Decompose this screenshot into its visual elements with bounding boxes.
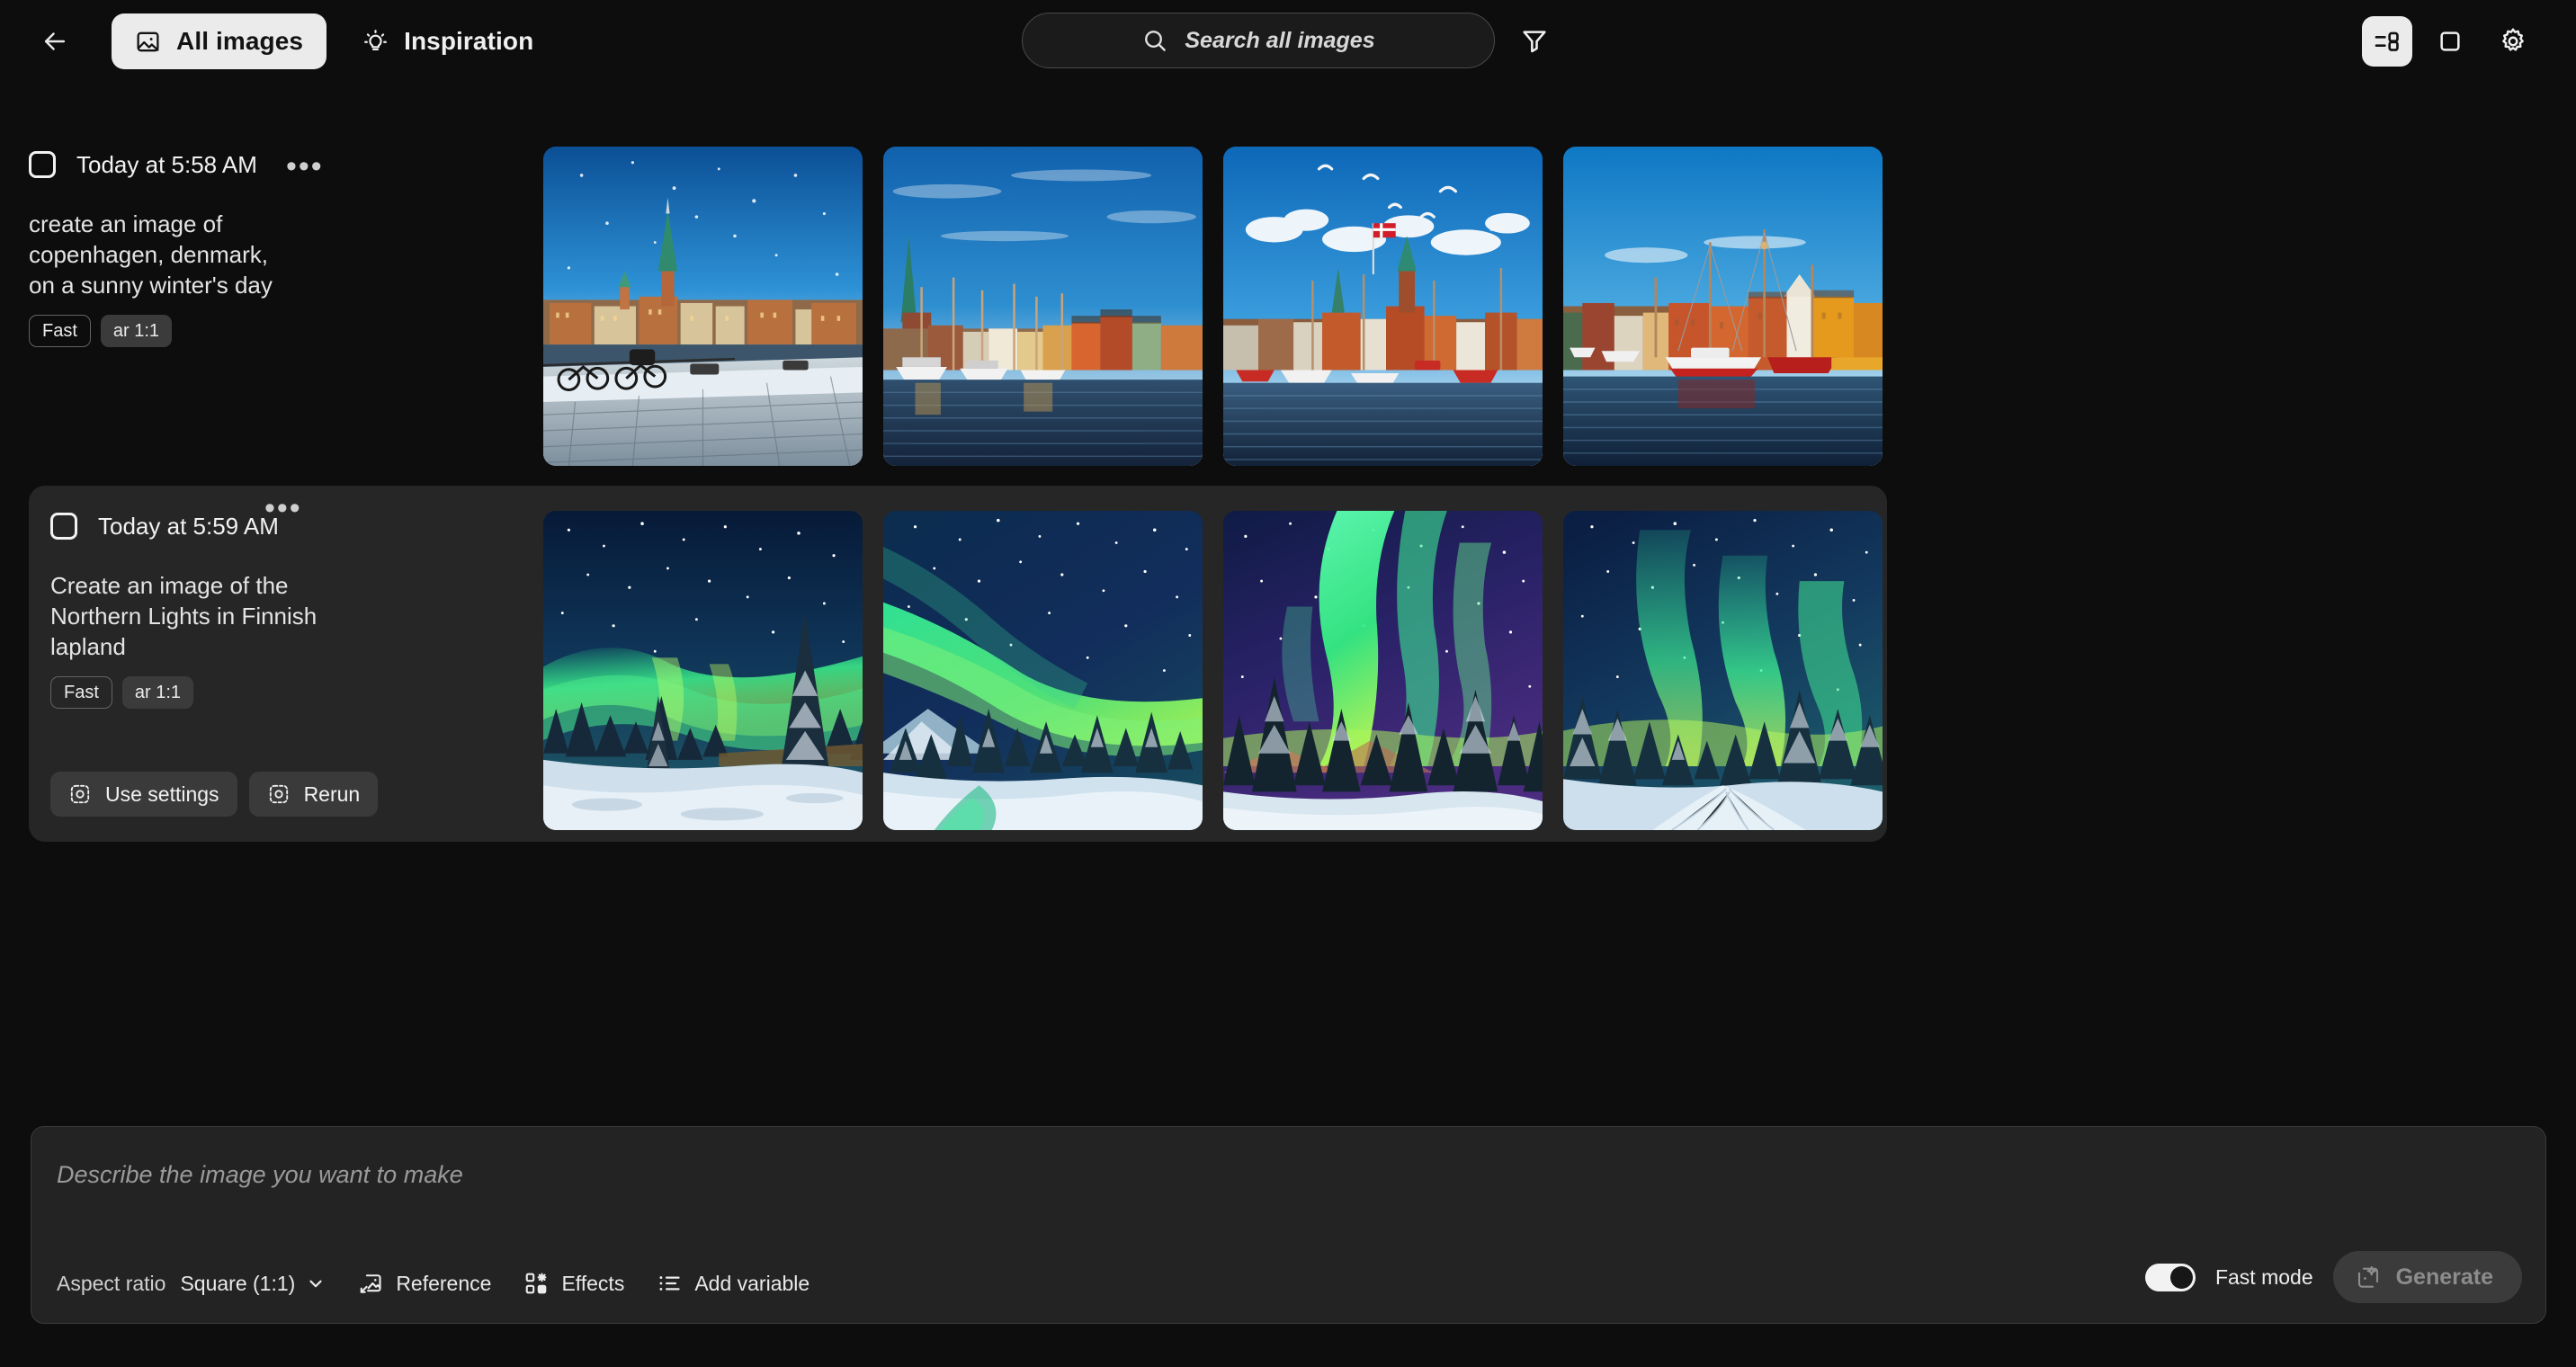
list-view-icon [2373, 27, 2402, 56]
tab-inspiration-label: Inspiration [404, 27, 533, 56]
aspect-ratio-select[interactable]: Square (1:1) [180, 1272, 326, 1296]
generate-button[interactable]: Generate [2333, 1251, 2522, 1303]
effects-label: Effects [561, 1272, 624, 1296]
image-aurora-road [1563, 511, 1883, 830]
tab-all-images-label: All images [176, 27, 303, 56]
prompt-composer: Describe the image you want to make Aspe… [31, 1126, 2546, 1324]
reference-button[interactable]: Reference [358, 1271, 491, 1296]
view-controls [2362, 16, 2538, 67]
sparkle-image-icon [2355, 1264, 2382, 1291]
add-variable-button[interactable]: Add variable [657, 1271, 809, 1296]
effects-button[interactable]: Effects [523, 1271, 624, 1296]
generated-image-thumbnail[interactable] [883, 147, 1203, 466]
settings-button[interactable] [2488, 16, 2538, 67]
add-variable-icon [657, 1271, 682, 1296]
filter-icon [1520, 26, 1549, 55]
generated-image-thumbnail[interactable] [1563, 147, 1883, 466]
gear-icon [2498, 26, 2528, 57]
image-aurora-forest [543, 511, 863, 830]
search-placeholder: Search all images [1185, 28, 1374, 54]
generation-badges: Fast ar 1:1 [29, 315, 568, 347]
image-copenhagen-harbor-1 [883, 147, 1203, 466]
generation-header: Today at 5:59 AM [50, 505, 590, 547]
generated-image-thumbnail[interactable] [1563, 511, 1883, 830]
image-aurora-river [883, 511, 1203, 830]
select-checkbox[interactable] [29, 151, 56, 178]
grid-view-icon [2436, 27, 2464, 56]
rerun-label: Rerun [304, 782, 361, 807]
select-checkbox[interactable] [50, 513, 77, 540]
badge-speed: Fast [29, 315, 91, 347]
badge-aspect-ratio: ar 1:1 [122, 676, 193, 709]
generation-card: Today at 5:59 AM Create an image of the … [29, 486, 1887, 842]
generation-badges: Fast ar 1:1 [50, 676, 590, 709]
generation-actions: Use settings Rerun [50, 772, 378, 817]
generation-thumbnails [543, 511, 1883, 830]
badge-aspect-ratio: ar 1:1 [101, 315, 172, 347]
image-icon [135, 29, 161, 55]
generation-card: Today at 5:58 AM create an image of cope… [29, 144, 1887, 385]
image-aurora-purple [1223, 511, 1543, 830]
more-options-button[interactable]: ••• [264, 493, 302, 523]
lightbulb-icon [362, 29, 389, 55]
add-variable-label: Add variable [694, 1272, 809, 1296]
generation-thumbnails [543, 147, 1883, 466]
view-tabs: All images Inspiration [112, 13, 557, 69]
arrow-left-icon [40, 26, 70, 57]
grid-view-button[interactable] [2425, 16, 2475, 67]
generation-timestamp: Today at 5:59 AM [98, 513, 279, 541]
search-area: Search all images [1022, 13, 1554, 68]
generation-meta: Today at 5:59 AM Create an image of the … [50, 505, 590, 709]
tab-inspiration[interactable]: Inspiration [339, 13, 557, 69]
generated-image-thumbnail[interactable] [543, 511, 863, 830]
use-settings-button[interactable]: Use settings [50, 772, 237, 817]
chevron-down-icon [306, 1273, 326, 1293]
tab-all-images[interactable]: All images [112, 13, 326, 69]
list-view-button[interactable] [2362, 16, 2412, 67]
generate-label: Generate [2396, 1264, 2493, 1291]
generated-image-thumbnail[interactable] [1223, 147, 1543, 466]
generated-image-thumbnail[interactable] [883, 511, 1203, 830]
generated-image-thumbnail[interactable] [1223, 511, 1543, 830]
composer-toolbar: Aspect ratio Square (1:1) Reference [57, 1271, 809, 1296]
generation-prompt: Create an image of the Northern Lights i… [50, 570, 320, 662]
filter-button[interactable] [1515, 21, 1554, 60]
rerun-capture-icon [267, 782, 291, 806]
reference-image-icon [358, 1271, 383, 1296]
top-bar: All images Inspiration Search all images [0, 0, 2576, 83]
fast-mode-label: Fast mode [2215, 1265, 2313, 1290]
composer-actions: Fast mode Generate [2145, 1251, 2522, 1303]
prompt-input[interactable]: Describe the image you want to make [57, 1161, 463, 1189]
reference-label: Reference [396, 1272, 491, 1296]
badge-speed: Fast [50, 676, 112, 709]
generated-image-thumbnail[interactable] [543, 147, 863, 466]
search-icon [1141, 27, 1168, 54]
effects-icon [523, 1271, 549, 1296]
back-button[interactable] [34, 21, 76, 62]
rerun-button[interactable]: Rerun [249, 772, 379, 817]
fast-mode-toggle[interactable] [2145, 1264, 2196, 1291]
aspect-ratio-label: Aspect ratio [57, 1272, 165, 1296]
image-copenhagen-winter [543, 147, 863, 466]
image-copenhagen-harbor-2 [1223, 147, 1543, 466]
more-options-button[interactable]: ••• [286, 151, 324, 182]
search-input[interactable]: Search all images [1022, 13, 1495, 68]
use-settings-label: Use settings [105, 782, 219, 807]
aspect-ratio-value: Square (1:1) [180, 1272, 295, 1296]
generation-timestamp: Today at 5:58 AM [76, 151, 257, 179]
image-copenhagen-red-boat [1563, 147, 1883, 466]
toggle-knob [2170, 1266, 2193, 1289]
settings-capture-icon [68, 782, 92, 806]
generation-prompt: create an image of copenhagen, denmark, … [29, 209, 290, 300]
